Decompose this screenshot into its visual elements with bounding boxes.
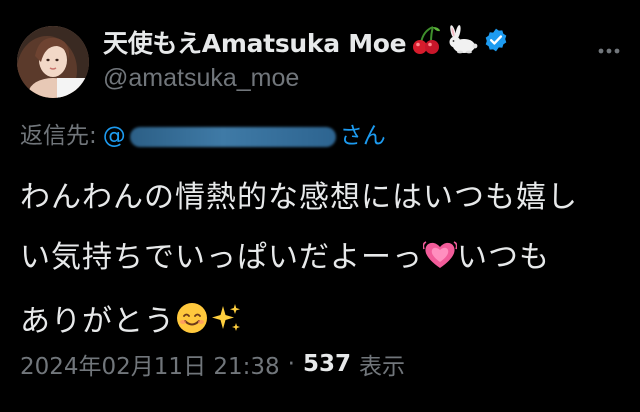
user-handle[interactable]: @amatsuka_moe	[103, 64, 580, 93]
views-count[interactable]: 537	[303, 351, 351, 377]
tweet-card: 天使もえAmatsuka Moe @amatsuka_moe 返信先: @ さん…	[0, 0, 640, 412]
tweet-text-segment: いつも	[457, 240, 550, 275]
views-label: 表示	[359, 354, 405, 380]
redacted-handle	[129, 126, 336, 147]
reply-handle-end: さん	[339, 123, 386, 149]
verified-badge-icon[interactable]	[483, 27, 509, 57]
growing-heart-emoji	[422, 232, 458, 292]
avatar[interactable]	[17, 26, 89, 98]
meta-separator: ·	[287, 351, 295, 377]
tweet-header: 天使もえAmatsuka Moe @amatsuka_moe	[103, 22, 580, 93]
reply-prefix: 返信先:	[20, 123, 97, 149]
reply-to-link[interactable]: @ さん	[103, 116, 386, 150]
avatar-image	[17, 26, 89, 98]
rabbit-icon	[446, 25, 480, 59]
timestamp[interactable]: 2024年02月11日 21:38	[20, 347, 280, 381]
tweet-text: わんわんの情熱的な感想にはいつも嬉し い気持ちでいっぱいだよーっ いつも ありが…	[20, 168, 625, 356]
reply-context: 返信先: @ さん	[20, 116, 386, 150]
tweet-text-line-2: い気持ちでいっぱいだよーっ いつも	[20, 228, 625, 292]
more-options-icon[interactable]	[598, 40, 620, 62]
display-name[interactable]: 天使もえAmatsuka Moe	[103, 24, 407, 60]
tweet-text-line-1: わんわんの情熱的な感想にはいつも嬉し	[20, 180, 578, 215]
tweet-meta: 2024年02月11日 21:38 · 537 表示	[20, 344, 405, 384]
tweet-text-segment: い気持ちでいっぱいだよーっ	[20, 240, 423, 275]
reply-handle-start: @	[102, 123, 126, 149]
cherries-icon	[409, 25, 443, 59]
name-row: 天使もえAmatsuka Moe	[103, 22, 580, 62]
tweet-text-segment: ありがとう	[20, 304, 175, 339]
